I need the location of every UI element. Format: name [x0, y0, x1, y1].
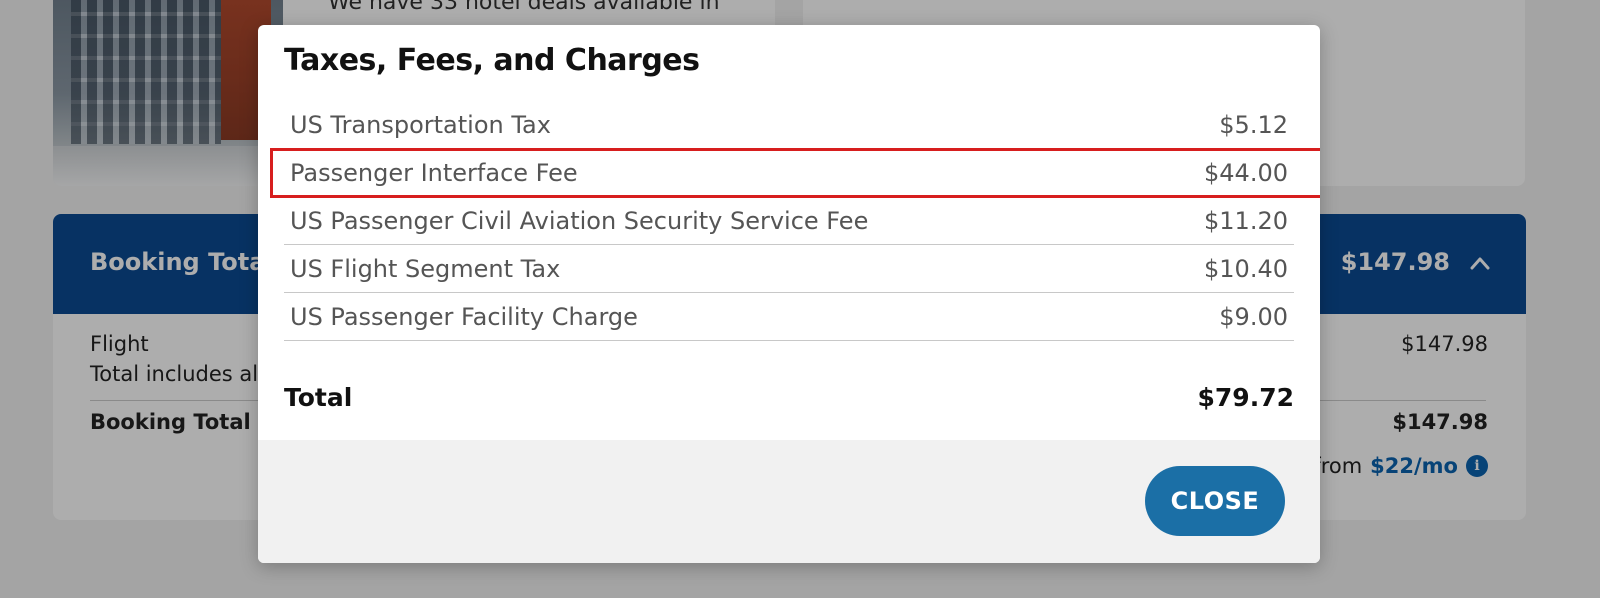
fee-label: Passenger Interface Fee — [290, 159, 578, 187]
total-label: Total — [284, 383, 353, 412]
fee-amount: $44.00 — [1204, 159, 1288, 187]
taxes-fees-modal: Taxes, Fees, and Charges US Transportati… — [258, 25, 1320, 563]
total-amount: $79.72 — [1197, 383, 1294, 412]
fee-amount: $10.40 — [1204, 254, 1288, 283]
fee-label: US Passenger Facility Charge — [290, 302, 638, 331]
fee-amount: $11.20 — [1204, 206, 1288, 235]
fee-row: US Passenger Civil Aviation Security Ser… — [284, 197, 1294, 245]
modal-title: Taxes, Fees, and Charges — [284, 43, 700, 78]
total-row: Total $79.72 — [284, 383, 1294, 412]
fee-list: US Transportation Tax $5.12 Passenger In… — [270, 101, 1320, 341]
fee-label: US Passenger Civil Aviation Security Ser… — [290, 206, 869, 235]
fee-row: US Flight Segment Tax $10.40 — [284, 245, 1294, 293]
fee-row: US Passenger Facility Charge $9.00 — [284, 293, 1294, 341]
fee-amount: $5.12 — [1219, 110, 1288, 139]
fee-amount: $9.00 — [1219, 302, 1288, 331]
fee-row: US Transportation Tax $5.12 — [284, 101, 1294, 149]
fee-row-highlighted: Passenger Interface Fee $44.00 — [270, 148, 1320, 198]
fee-label: US Flight Segment Tax — [290, 254, 561, 283]
modal-footer: CLOSE — [258, 440, 1320, 563]
close-button[interactable]: CLOSE — [1145, 466, 1285, 536]
fee-label: US Transportation Tax — [290, 110, 551, 139]
